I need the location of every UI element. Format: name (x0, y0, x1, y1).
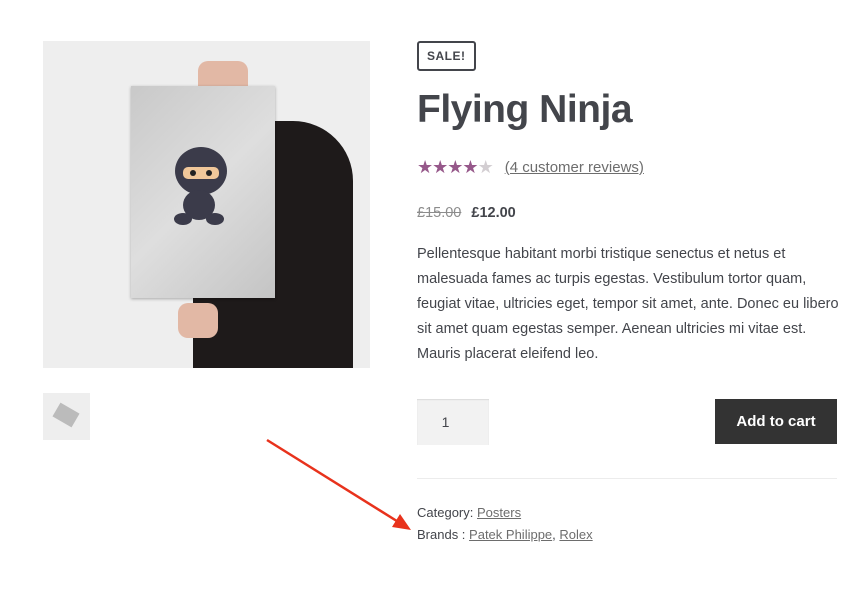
product-brands: Brands : Patek Philippe, Rolex (417, 527, 593, 542)
star-icon: ★ (432, 157, 448, 177)
star-rating-icon: ★★★★★ (417, 157, 494, 178)
product-category: Category: Posters (417, 505, 521, 520)
sale-price: £12.00 (471, 205, 516, 221)
divider (417, 478, 837, 479)
brand-link-patek-philippe[interactable]: Patek Philippe (469, 527, 552, 542)
hand-bottom (178, 303, 218, 338)
old-price: £15.00 (417, 205, 462, 221)
star-icon: ★ (447, 157, 463, 177)
brand-separator: , (552, 527, 556, 542)
star-icon: ★ (462, 157, 478, 177)
brands-label: Brands : (417, 527, 466, 542)
gallery-thumbnail[interactable] (43, 393, 90, 440)
brand-link-rolex[interactable]: Rolex (559, 527, 592, 542)
product-description: Pellentesque habitant morbi tristique se… (417, 246, 839, 362)
category-label: Category: (417, 505, 474, 520)
poster-image (131, 86, 275, 298)
star-icon: ★ (417, 157, 433, 177)
product-rating: ★★★★★ (4 customer reviews) (417, 157, 644, 178)
star-icon: ★ (477, 157, 494, 177)
sale-badge: SALE! (417, 41, 476, 71)
ninja-illustration (174, 147, 227, 225)
quantity-input[interactable] (417, 399, 489, 445)
product-main-image[interactable] (43, 41, 370, 368)
add-to-cart-button[interactable]: Add to cart (715, 399, 837, 444)
product-price: £15.00 £12.00 (417, 205, 516, 221)
category-link[interactable]: Posters (477, 505, 521, 520)
customer-reviews-link[interactable]: (4 customer reviews) (505, 159, 644, 176)
product-title: Flying Ninja (417, 88, 633, 131)
thumbnail-image (52, 402, 80, 428)
